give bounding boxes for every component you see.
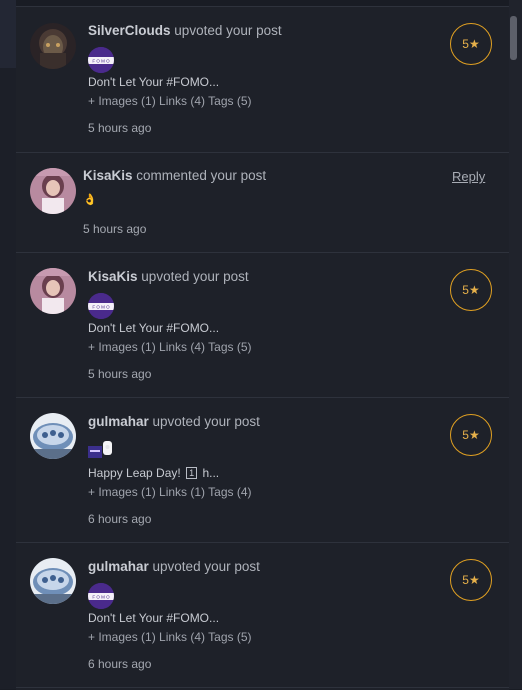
timestamp: 6 hours ago: [88, 657, 152, 671]
action-text: upvoted your post: [152, 414, 260, 429]
notification-item: KisaKis commented your post 👌 5 hours ag…: [16, 152, 509, 253]
left-backdrop: [0, 0, 16, 689]
avatar[interactable]: [30, 268, 76, 314]
post-thumbnail[interactable]: F O M O: [88, 583, 114, 609]
avatar[interactable]: [30, 413, 76, 459]
post-meta: + Images (1) Links (1) Tags (4): [88, 485, 252, 499]
timestamp: 5 hours ago: [88, 121, 152, 135]
post-excerpt[interactable]: Don't Let Your #FOMO...: [88, 611, 219, 625]
post-thumbnail[interactable]: [88, 438, 114, 464]
left-backdrop-highlight: [0, 0, 16, 68]
username-link[interactable]: gulmahar: [88, 414, 149, 429]
notification-item: SilverClouds upvoted your post F O M O D…: [16, 7, 509, 153]
vote-weight-badge: 5★: [450, 414, 492, 456]
post-thumbnail[interactable]: F O M O: [88, 47, 114, 73]
post-excerpt[interactable]: Happy Leap Day! 1 h...: [88, 466, 219, 480]
notification-headline: SilverClouds upvoted your post: [88, 23, 282, 38]
post-excerpt[interactable]: Don't Let Your #FOMO...: [88, 321, 219, 335]
scrollbar-track[interactable]: [509, 0, 522, 689]
vote-weight-badge: 5★: [450, 23, 492, 65]
post-meta: + Images (1) Links (4) Tags (5): [88, 630, 252, 644]
notification-headline: KisaKis commented your post: [83, 168, 266, 183]
notification-headline: KisaKis upvoted your post: [88, 269, 249, 284]
comment-text[interactable]: 👌: [83, 193, 97, 206]
vote-weight-badge: 5★: [450, 559, 492, 601]
avatar[interactable]: [30, 168, 76, 214]
vote-weight-badge: 5★: [450, 269, 492, 311]
notification-item: gulmahar upvoted your post Happy Leap Da…: [16, 397, 509, 543]
timestamp: 5 hours ago: [88, 367, 152, 381]
action-text: commented your post: [136, 168, 267, 183]
username-link[interactable]: gulmahar: [88, 559, 149, 574]
notification-item: gulmahar upvoted your post F O M O Don't…: [16, 542, 509, 688]
avatar[interactable]: [30, 23, 76, 69]
svg-text:F O M O: F O M O: [92, 59, 110, 64]
notification-headline: gulmahar upvoted your post: [88, 559, 260, 574]
keycap-one-icon: 1: [186, 467, 198, 479]
timestamp: 5 hours ago: [83, 222, 147, 236]
notification-item: KisaKis upvoted your post F O M O Don't …: [16, 252, 509, 398]
post-thumbnail[interactable]: F O M O: [88, 293, 114, 319]
action-text: upvoted your post: [174, 23, 282, 38]
svg-text:F O M O: F O M O: [92, 305, 110, 310]
post-meta: + Images (1) Links (4) Tags (5): [88, 340, 252, 354]
action-text: upvoted your post: [141, 269, 249, 284]
scrollbar-thumb[interactable]: [510, 16, 517, 60]
post-meta: + Images (1) Links (4) Tags (5): [88, 94, 252, 108]
timestamp: 6 hours ago: [88, 512, 152, 526]
notifications-panel: SilverClouds upvoted your post F O M O D…: [16, 6, 509, 690]
reply-link[interactable]: Reply: [452, 169, 485, 184]
notification-headline: gulmahar upvoted your post: [88, 414, 260, 429]
svg-text:F O M O: F O M O: [92, 595, 110, 600]
username-link[interactable]: KisaKis: [88, 269, 138, 284]
post-excerpt[interactable]: Don't Let Your #FOMO...: [88, 75, 219, 89]
username-link[interactable]: SilverClouds: [88, 23, 171, 38]
action-text: upvoted your post: [152, 559, 260, 574]
username-link[interactable]: KisaKis: [83, 168, 133, 183]
avatar[interactable]: [30, 558, 76, 604]
